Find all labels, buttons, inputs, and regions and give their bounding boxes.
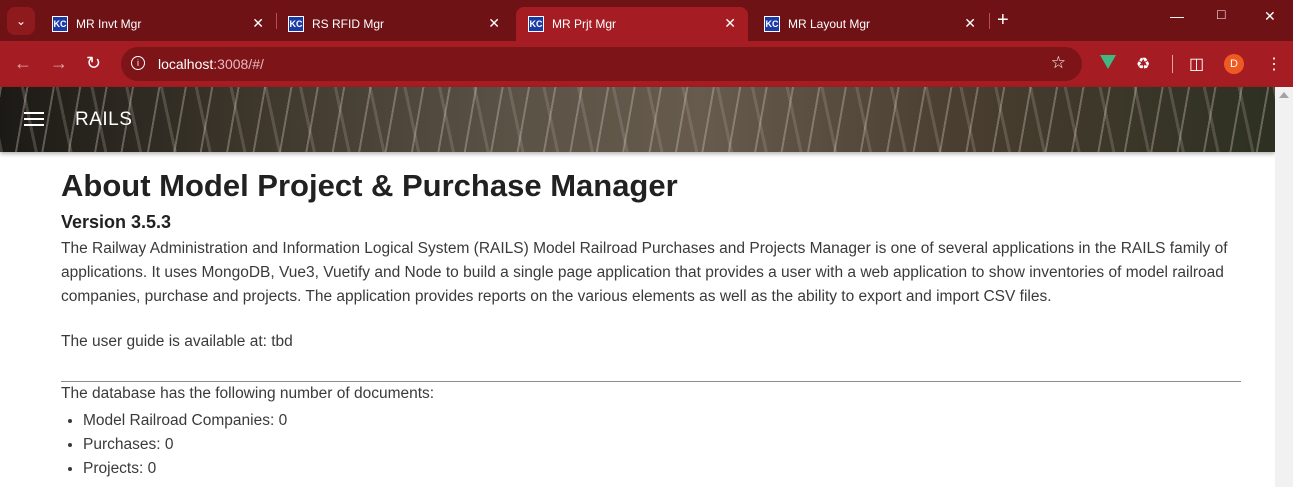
- minimize-icon: —: [1170, 8, 1184, 24]
- app-bar: RAILS: [0, 87, 1275, 152]
- bookmark-star-icon[interactable]: ☆: [1051, 53, 1066, 73]
- close-icon[interactable]: ✕: [252, 15, 264, 32]
- scroll-up-arrow-icon[interactable]: [1279, 92, 1289, 98]
- url-path: :3008/#/: [213, 56, 264, 72]
- new-tab-button[interactable]: +: [997, 10, 1009, 30]
- maximize-icon: □: [1217, 6, 1226, 22]
- tab-label: MR Layout Mgr: [788, 17, 871, 31]
- tab-label: MR Invt Mgr: [76, 17, 142, 31]
- arrow-right-icon: →: [50, 53, 68, 73]
- maximize-button[interactable]: □: [1217, 6, 1225, 22]
- document-count-list: Model Railroad Companies: 0 Purchases: 0…: [61, 409, 287, 481]
- menu-kebab-icon[interactable]: ⋮: [1266, 54, 1282, 74]
- app-title: RAILS: [75, 109, 133, 130]
- url-host: localhost: [158, 56, 214, 72]
- reload-icon: ↻: [86, 53, 102, 73]
- tab-label: MR Prjt Mgr: [552, 17, 616, 31]
- tab-label: RS RFID Mgr: [312, 17, 384, 31]
- page-title: About Model Project & Purchase Manager: [61, 168, 678, 203]
- user-guide-text: The user guide is available at: tbd: [61, 333, 293, 350]
- list-item: Purchases: 0: [83, 433, 287, 457]
- close-window-button[interactable]: ✕: [1264, 8, 1276, 25]
- site-info-icon[interactable]: i: [131, 56, 145, 70]
- tab-separator: [989, 13, 990, 29]
- toolbar-divider: [1172, 55, 1173, 73]
- list-item: Projects: 0: [83, 457, 287, 481]
- tab-mr-invt-mgr[interactable]: KC MR Invt Mgr ✕: [40, 7, 276, 41]
- plus-icon: +: [997, 9, 1009, 31]
- close-icon[interactable]: ✕: [488, 15, 500, 32]
- close-icon[interactable]: ✕: [964, 15, 976, 32]
- profile-avatar[interactable]: D: [1224, 54, 1244, 74]
- reload-button[interactable]: ↻: [86, 54, 101, 72]
- tab-rs-rfid-mgr[interactable]: KC RS RFID Mgr ✕: [276, 7, 512, 41]
- favicon-icon: KC: [52, 16, 68, 32]
- close-icon[interactable]: ✕: [724, 15, 736, 32]
- version-heading: Version 3.5.3: [61, 212, 172, 232]
- arrow-left-icon: ←: [14, 53, 32, 73]
- vue-devtools-icon[interactable]: [1100, 55, 1116, 69]
- list-item: Model Railroad Companies: 0: [83, 409, 287, 433]
- minimize-button[interactable]: —: [1170, 8, 1184, 24]
- description-paragraph: The Railway Administration and Informati…: [61, 240, 1228, 305]
- favicon-icon: KC: [288, 16, 304, 32]
- tab-search-button[interactable]: ⌄: [7, 7, 35, 35]
- chevron-down-icon: ⌄: [15, 14, 27, 28]
- close-icon: ✕: [1264, 8, 1276, 24]
- tab-strip: ⌄ KC MR Invt Mgr ✕ KC RS RFID Mgr ✕ KC M…: [0, 0, 1293, 41]
- forward-button[interactable]: →: [50, 54, 68, 72]
- extensions-puzzle-icon[interactable]: ♻: [1136, 54, 1150, 74]
- url-text[interactable]: localhost:3008/#/: [158, 56, 264, 72]
- section-divider: [61, 381, 1241, 382]
- database-heading: The database has the following number of…: [61, 385, 435, 402]
- favicon-icon: KC: [528, 16, 544, 32]
- favicon-icon: KC: [764, 16, 780, 32]
- hamburger-menu-icon[interactable]: [24, 112, 44, 126]
- scrollbar[interactable]: [1275, 87, 1293, 487]
- back-button[interactable]: ←: [14, 54, 32, 72]
- browser-toolbar: ← → ↻ i localhost:3008/#/ ☆ ♻ ◫ D ⋮: [0, 41, 1293, 87]
- address-bar[interactable]: i localhost:3008/#/ ☆: [121, 47, 1082, 81]
- tab-mr-layout-mgr[interactable]: KC MR Layout Mgr ✕: [752, 7, 988, 41]
- tab-mr-prjt-mgr[interactable]: KC MR Prjt Mgr ✕: [516, 7, 748, 41]
- side-panel-icon[interactable]: ◫: [1189, 54, 1204, 74]
